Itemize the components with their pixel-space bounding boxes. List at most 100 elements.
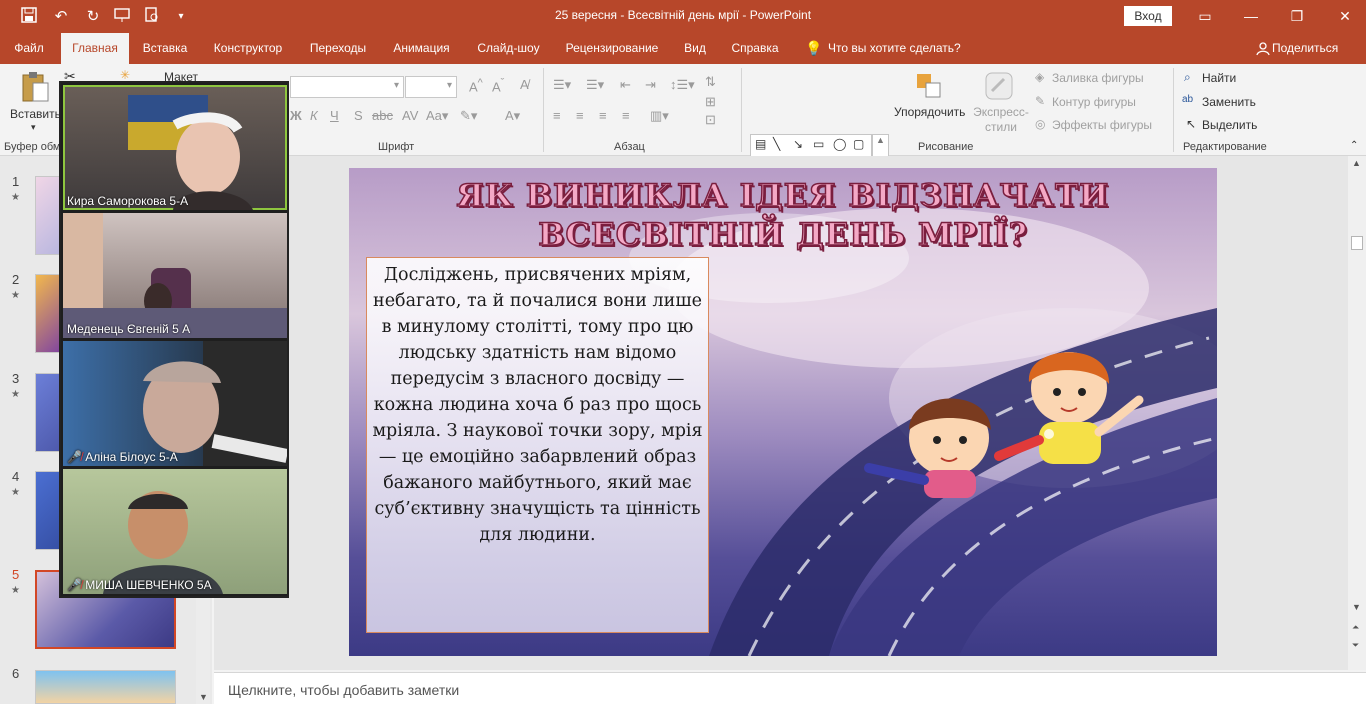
scroll-thumb[interactable] bbox=[1351, 236, 1363, 250]
case-icon[interactable]: Aa▾ bbox=[426, 108, 448, 124]
participant-video-feed bbox=[128, 95, 253, 210]
columns-icon[interactable]: ▥▾ bbox=[650, 108, 669, 124]
tab-view[interactable]: Вид bbox=[676, 33, 714, 64]
decrease-indent-icon[interactable]: ⇤ bbox=[620, 77, 631, 93]
notes-pane[interactable]: Щелкните, чтобы добавить заметки bbox=[214, 672, 1366, 704]
bullets-icon[interactable]: ☰▾ bbox=[553, 77, 571, 93]
slide-title-line2[interactable]: ВСЕСВІТНІЙ ДЕНЬ МРІЇ? bbox=[349, 216, 1217, 254]
close-icon[interactable]: ✕ bbox=[1330, 6, 1360, 26]
tab-review[interactable]: Рецензирование bbox=[558, 33, 666, 64]
textbox-shape-icon[interactable]: ▤ bbox=[755, 137, 766, 151]
shape-fill-icon[interactable]: ◈ bbox=[1035, 70, 1044, 84]
line-shape-icon[interactable]: ╲ bbox=[773, 137, 780, 151]
replace-button[interactable]: Заменить bbox=[1202, 95, 1256, 109]
font-name-input[interactable]: ▾ bbox=[290, 76, 404, 98]
tab-animations[interactable]: Анимация bbox=[384, 33, 459, 64]
quick-styles-icon[interactable] bbox=[984, 71, 1014, 106]
replace-icon[interactable]: ab bbox=[1182, 94, 1193, 105]
share-button[interactable]: Поделиться bbox=[1272, 33, 1348, 64]
shape-outline-button[interactable]: Контур фигуры bbox=[1052, 95, 1136, 109]
smartart-icon[interactable]: ⊡ bbox=[705, 112, 716, 128]
previous-slide-icon[interactable]: ⏶ bbox=[1352, 622, 1359, 633]
slide-body-textbox[interactable]: Досліджень, присвячених мріям, небагато,… bbox=[366, 257, 709, 633]
lightbulb-icon: 💡 bbox=[805, 40, 823, 56]
clear-format-icon[interactable]: A̸ bbox=[520, 77, 529, 92]
participant-video-tile[interactable]: 🎤̸ Аліна Білоус 5-А bbox=[63, 341, 287, 466]
bold-icon[interactable]: Ж bbox=[290, 108, 302, 123]
collapse-ribbon-icon[interactable]: ⌃ bbox=[1350, 140, 1358, 151]
slide-number: 4 bbox=[12, 469, 20, 484]
slide-title-line1[interactable]: ЯК ВИНИКЛА ІДЕЯ ВІДЗНАЧАТИ bbox=[349, 177, 1217, 215]
tab-help[interactable]: Справка bbox=[724, 33, 786, 64]
quick-styles-label[interactable]: Экспресс-стили bbox=[970, 105, 1032, 135]
tab-home[interactable]: Главная bbox=[61, 33, 129, 64]
tab-insert[interactable]: Вставка bbox=[136, 33, 194, 64]
justify-icon[interactable]: ≡ bbox=[622, 108, 630, 123]
participant-name-text: МИША ШЕВЧЕНКО 5А bbox=[85, 578, 212, 592]
highlight-icon[interactable]: ✎▾ bbox=[460, 108, 477, 124]
tab-design[interactable]: Конструктор bbox=[204, 33, 292, 64]
arrange-icon[interactable] bbox=[915, 72, 943, 105]
italic-icon[interactable]: К bbox=[310, 108, 318, 123]
slide-thumbnail[interactable] bbox=[35, 670, 176, 704]
scroll-up-icon[interactable]: ▲ bbox=[1352, 158, 1361, 168]
find-button[interactable]: Найти bbox=[1202, 71, 1236, 85]
participant-name: 🎤̸ МИША ШЕВЧЕНКО 5А bbox=[67, 578, 212, 592]
paste-label[interactable]: Вставить bbox=[10, 107, 61, 121]
paste-icon[interactable] bbox=[20, 70, 50, 104]
increase-font-icon[interactable]: A^ bbox=[469, 77, 483, 94]
scroll-down-icon[interactable]: ▼ bbox=[1352, 602, 1361, 612]
minimize-icon[interactable]: — bbox=[1236, 6, 1266, 26]
oval-shape-icon[interactable]: ◯ bbox=[833, 137, 846, 151]
rounded-rect-shape-icon[interactable]: ▢ bbox=[853, 137, 864, 151]
align-right-icon[interactable]: ≡ bbox=[599, 108, 607, 123]
slide-number: 3 bbox=[12, 371, 20, 386]
ribbon-display-icon[interactable]: ▭ bbox=[1190, 6, 1220, 26]
new-slide-icon[interactable]: ✳ bbox=[120, 68, 130, 82]
shape-effects-button[interactable]: Эффекты фигуры bbox=[1052, 118, 1152, 132]
align-left-icon[interactable]: ≡ bbox=[553, 108, 561, 123]
video-call-panel: Кира Саморокова 5-А Меденець Євгеній 5 А… bbox=[59, 81, 289, 598]
decrease-font-icon[interactable]: Aˇ bbox=[492, 77, 504, 94]
select-icon[interactable]: ↖ bbox=[1186, 117, 1196, 131]
select-button[interactable]: Выделить bbox=[1202, 118, 1257, 132]
strikethrough-icon[interactable]: abc bbox=[372, 108, 393, 123]
align-text-icon[interactable]: ⊞ bbox=[705, 94, 716, 110]
underline-icon[interactable]: Ч bbox=[330, 108, 339, 123]
muted-mic-icon: 🎤̸ bbox=[67, 578, 82, 592]
paste-dropdown-icon[interactable]: ▾ bbox=[31, 122, 36, 133]
participant-name: Кира Саморокова 5-А bbox=[67, 194, 189, 208]
tell-me-search[interactable]: Что вы хотите сделать? bbox=[828, 33, 968, 64]
increase-indent-icon[interactable]: ⇥ bbox=[645, 77, 656, 93]
slide-canvas[interactable]: ЯК ВИНИКЛА ІДЕЯ ВІДЗНАЧАТИ ВСЕСВІТНІЙ ДЕ… bbox=[349, 168, 1217, 656]
shape-fill-button[interactable]: Заливка фигуры bbox=[1052, 71, 1144, 85]
rectangle-shape-icon[interactable]: ▭ bbox=[813, 137, 824, 151]
shape-outline-icon[interactable]: ✎ bbox=[1035, 94, 1045, 108]
tab-file[interactable]: Файл bbox=[6, 33, 52, 64]
next-slide-icon[interactable]: ⏷ bbox=[1352, 640, 1359, 651]
slide-number: 6 bbox=[12, 666, 20, 681]
clipboard-group-label: Буфер обм bbox=[4, 141, 61, 153]
participant-video-tile[interactable]: 🎤̸ МИША ШЕВЧЕНКО 5А bbox=[63, 469, 287, 594]
shape-effects-icon[interactable]: ◎ bbox=[1035, 117, 1045, 131]
align-center-icon[interactable]: ≡ bbox=[576, 108, 584, 123]
arrow-shape-icon[interactable]: ↘ bbox=[793, 137, 803, 151]
text-direction-icon[interactable]: ⇅ bbox=[705, 74, 716, 90]
font-color-icon[interactable]: A▾ bbox=[505, 108, 520, 124]
maximize-icon[interactable]: ❐ bbox=[1282, 6, 1312, 26]
numbering-icon[interactable]: ☰▾ bbox=[586, 77, 604, 93]
participant-video-tile[interactable]: Меденець Євгеній 5 А bbox=[63, 213, 287, 338]
spacing-icon[interactable]: AV bbox=[402, 108, 418, 123]
line-spacing-icon[interactable]: ↕☰▾ bbox=[670, 77, 695, 93]
font-size-input[interactable]: ▾ bbox=[405, 76, 457, 98]
tab-transitions[interactable]: Переходы bbox=[302, 33, 374, 64]
title-bar: ↶ ↻ ▾ 25 вересня - Всесвітній день мрії … bbox=[0, 0, 1366, 33]
slide-body-text: Досліджень, присвячених мріям, небагато,… bbox=[372, 265, 703, 545]
participant-video-tile[interactable]: Кира Саморокова 5-А bbox=[63, 85, 287, 210]
editor-scrollbar[interactable]: ▲ ▼ ⏶ ⏷ bbox=[1348, 156, 1366, 670]
find-icon[interactable]: ⌕ bbox=[1184, 70, 1191, 85]
login-button[interactable]: Вход bbox=[1124, 6, 1172, 26]
shadow-icon[interactable]: S bbox=[354, 108, 363, 123]
arrange-label[interactable]: Упорядочить bbox=[894, 105, 965, 119]
tab-slideshow[interactable]: Слайд-шоу bbox=[469, 33, 548, 64]
